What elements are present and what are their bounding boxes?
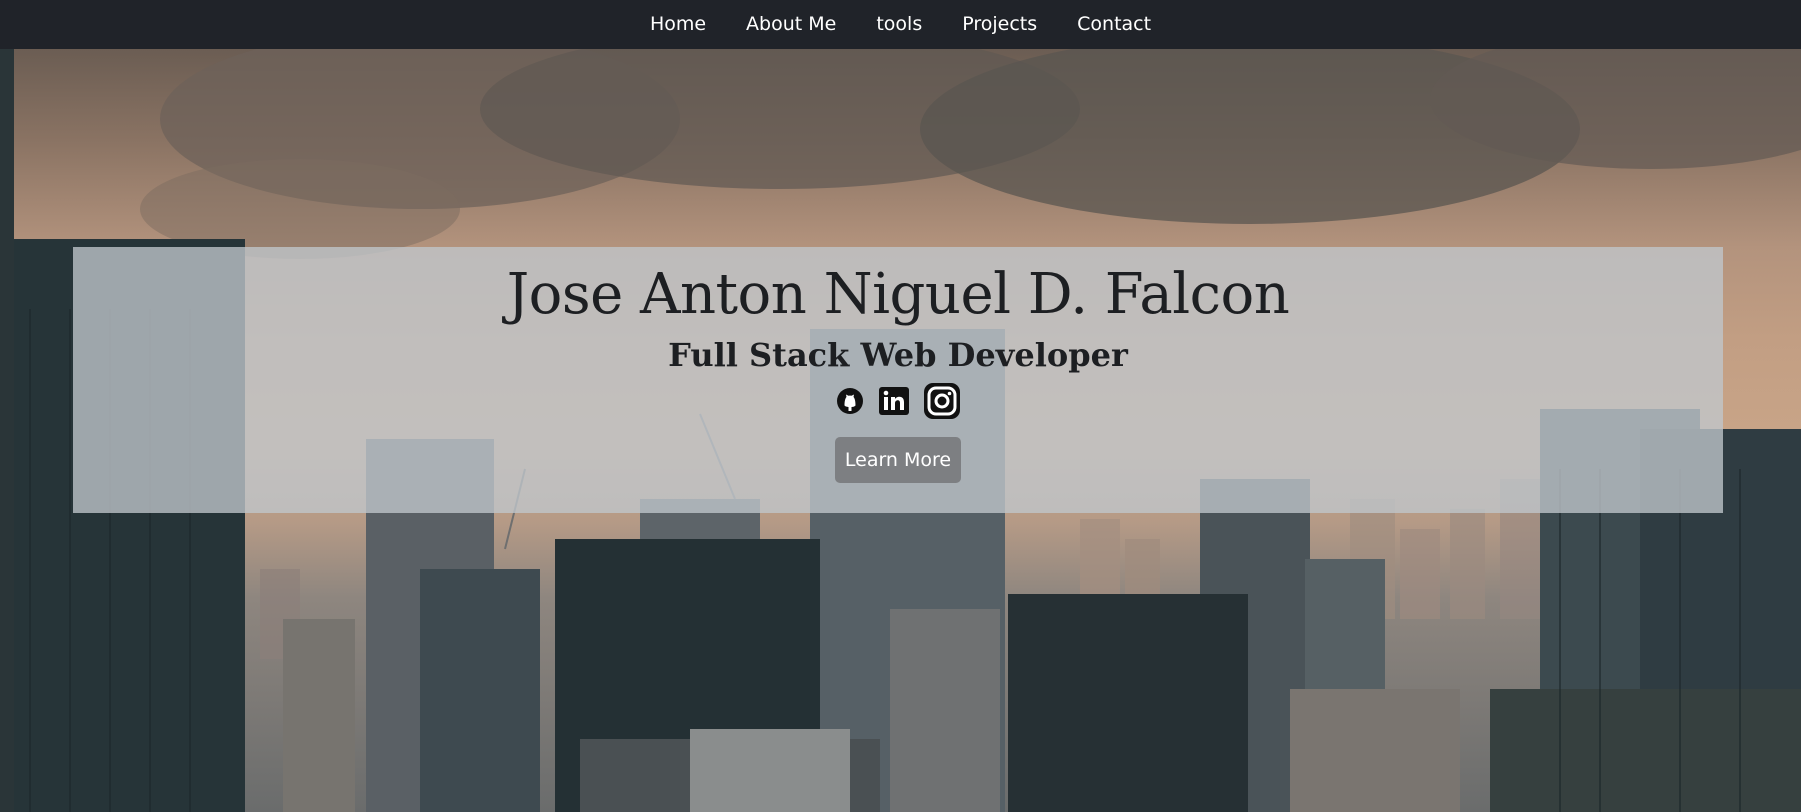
learn-more-button[interactable]: Learn More: [834, 437, 962, 483]
instagram-icon: [924, 383, 960, 419]
nav-tools-link[interactable]: tools: [856, 13, 942, 35]
social-links: [73, 383, 1723, 419]
nav-menu: Home About Me tools Projects Contact: [630, 0, 1171, 49]
nav-home-link[interactable]: Home: [630, 13, 726, 35]
hero-section: Jose Anton Niguel D. Falcon Full Stack W…: [0, 49, 1801, 812]
nav-about-link[interactable]: About Me: [726, 13, 856, 35]
github-link[interactable]: [835, 386, 865, 416]
github-icon: [837, 388, 863, 414]
linkedin-icon: [879, 387, 909, 415]
nav-projects-link[interactable]: Projects: [942, 13, 1057, 35]
top-navbar: Home About Me tools Projects Contact: [0, 0, 1801, 49]
linkedin-link[interactable]: [877, 386, 911, 416]
instagram-link[interactable]: [923, 383, 961, 419]
intro-card: Jose Anton Niguel D. Falcon Full Stack W…: [73, 247, 1723, 513]
developer-role: Full Stack Web Developer: [668, 336, 1128, 374]
developer-name: Jose Anton Niguel D. Falcon: [506, 262, 1290, 327]
nav-contact-link[interactable]: Contact: [1057, 13, 1171, 35]
